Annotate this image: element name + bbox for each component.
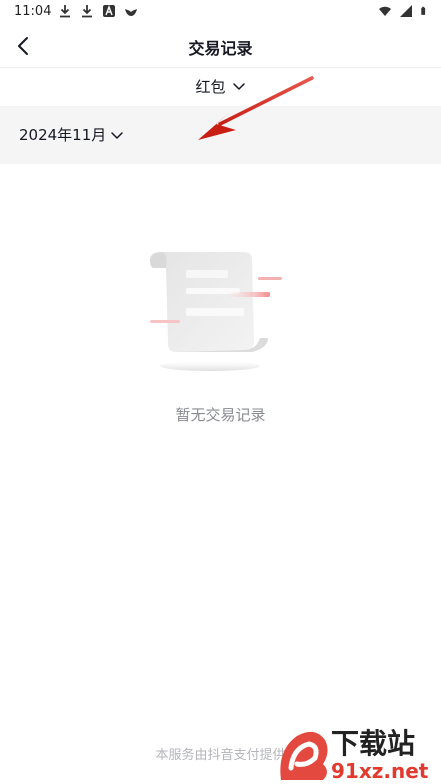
empty-state-message: 暂无交易记录 [175, 406, 266, 424]
text-badge-icon [103, 5, 115, 17]
month-selector[interactable]: 2024年11月 [19, 124, 124, 145]
scroll-icon [150, 252, 282, 371]
wifi-icon [379, 6, 391, 16]
battery-icon [421, 6, 426, 15]
bird-icon [125, 9, 137, 16]
watermark-domain: 91xz.net [331, 759, 429, 783]
page-title: 交易记录 [188, 39, 253, 58]
status-icons-left [58, 4, 138, 18]
signal-icon [400, 5, 412, 17]
download-icon [82, 5, 92, 18]
status-icons-right [378, 4, 429, 18]
watermark-logo: 下载站 91xz.net [280, 727, 429, 783]
header-divider [0, 67, 441, 68]
status-bar: 11:04 [0, 0, 441, 24]
type-filter-dropdown[interactable]: 红包 [0, 72, 441, 100]
chevron-down-icon [111, 131, 124, 139]
filter-label: 红包 [195, 77, 226, 96]
chevron-down-icon [232, 83, 245, 90]
watermark-brand: 下载站 [331, 727, 415, 760]
download-icon [60, 5, 70, 18]
header: 交易记录 [0, 24, 441, 68]
month-bar: 2024年11月 [0, 106, 441, 164]
month-label: 2024年11月 [19, 126, 107, 144]
status-time: 11:04 [14, 4, 52, 19]
